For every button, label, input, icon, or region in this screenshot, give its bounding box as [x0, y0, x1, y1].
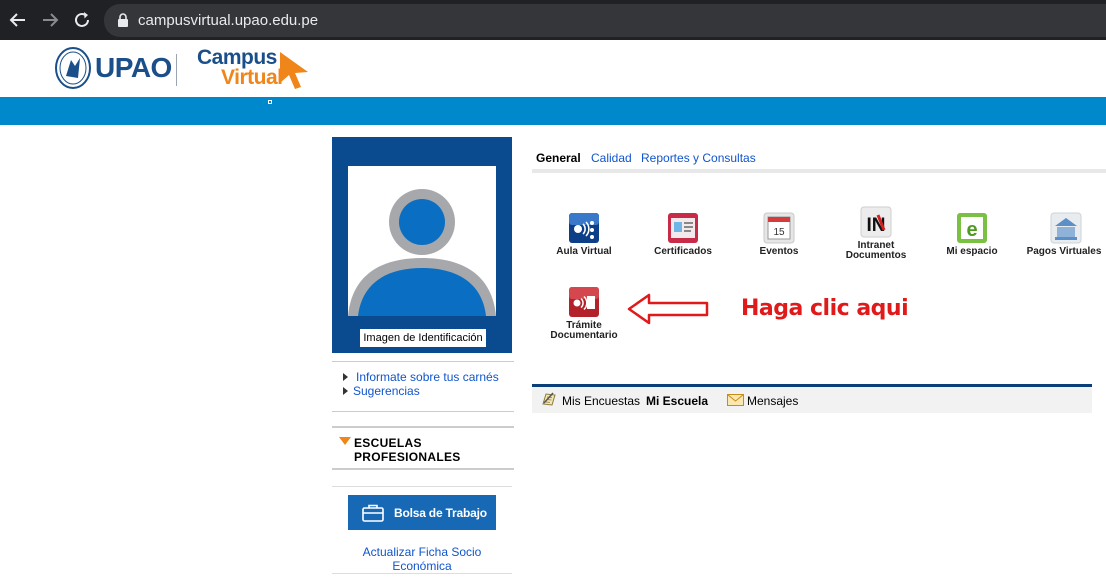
pagos-virtuales-label: Pagos Virtuales — [1026, 246, 1102, 257]
forward-arrow-icon[interactable] — [39, 9, 61, 31]
aula-virtual-icon — [568, 212, 600, 244]
bolsa-trabajo-button[interactable]: Bolsa de Trabajo — [348, 495, 496, 530]
site-header: UPAO Campus Virtual — [0, 40, 1106, 97]
svg-text:e: e — [966, 219, 977, 241]
survey-icon — [541, 391, 557, 407]
tabs-underline — [532, 169, 1106, 173]
eventos-label: Eventos — [759, 246, 799, 257]
envelope-icon — [727, 393, 744, 406]
mi-espacio-icon: e — [956, 212, 988, 244]
address-bar[interactable]: campusvirtual.upao.edu.pe — [104, 4, 1106, 37]
pagos-virtuales-icon — [1050, 212, 1082, 244]
escuelas-section[interactable]: ESCUELAS PROFESIONALES — [332, 426, 514, 470]
caret-down-icon — [339, 437, 351, 445]
aula-virtual-label: Aula Virtual — [556, 246, 612, 257]
certificados-label: Certificados — [654, 246, 712, 257]
divider — [332, 573, 512, 574]
intranet-documentos-label: Intranet Documentos — [845, 240, 907, 261]
profile-photo[interactable] — [348, 166, 496, 316]
back-arrow-icon[interactable] — [7, 9, 29, 31]
side-links-list: Informate sobre tus carnés Sugerencias — [332, 361, 514, 412]
url-text: campusvirtual.upao.edu.pe — [138, 12, 319, 29]
browser-toolbar: campusvirtual.upao.edu.pe — [0, 0, 1106, 40]
app-pagos-virtuales[interactable]: Pagos Virtuales — [1021, 210, 1106, 260]
tramite-icon — [568, 286, 600, 318]
app-eventos[interactable]: 15 Eventos — [734, 210, 824, 260]
profile-card: Imagen de Identificación — [332, 137, 512, 353]
tab-general[interactable]: General — [536, 151, 581, 165]
bottom-nav-bar: Mis Encuestas Mi Escuela Mensajes — [532, 387, 1092, 413]
briefcase-icon — [362, 503, 384, 522]
mi-escuela-link[interactable]: Mi Escuela — [646, 394, 708, 408]
app-intranet-documentos[interactable]: IN Intranet Documentos — [831, 204, 921, 264]
tab-reportes-consultas[interactable]: Reportes y Consultas — [641, 151, 756, 165]
mensajes-link[interactable]: Mensajes — [747, 394, 798, 408]
app-certificados[interactable]: Certificados — [638, 210, 728, 260]
header-band — [0, 97, 1106, 125]
tab-calidad[interactable]: Calidad — [591, 151, 632, 165]
app-tramite-documentario[interactable]: Trámite Documentario — [539, 284, 629, 344]
upao-seal-logo[interactable] — [54, 46, 92, 90]
mi-espacio-label: Mi espacio — [946, 246, 998, 257]
reload-icon[interactable] — [71, 9, 93, 31]
divider — [332, 486, 512, 487]
ficha-socio-link[interactable]: Actualizar Ficha Socio Económica — [332, 545, 512, 573]
upao-wordmark[interactable]: UPAO — [95, 52, 172, 84]
band-marker — [268, 100, 272, 104]
tramite-documentario-label: Trámite Documentario — [550, 320, 618, 341]
sugerencias-link[interactable]: Sugerencias — [353, 384, 420, 398]
carnes-link[interactable]: Informate sobre tus carnés — [356, 370, 499, 384]
certificados-icon — [667, 212, 699, 244]
annotation-text: Haga clic aqui — [741, 296, 909, 321]
id-image-label: Imagen de Identificación — [360, 329, 486, 347]
caret-right-icon — [343, 387, 348, 395]
intranet-icon: IN — [860, 206, 892, 238]
svg-text:15: 15 — [773, 227, 785, 238]
calendar-icon: 15 — [763, 212, 795, 244]
escuelas-title: ESCUELAS PROFESIONALES — [354, 436, 461, 464]
bolsa-trabajo-label: Bolsa de Trabajo — [394, 506, 487, 520]
mis-encuestas-link[interactable]: Mis Encuestas — [562, 394, 640, 408]
logo-divider — [176, 54, 177, 86]
left-arrow-annotation-icon — [627, 292, 709, 326]
caret-right-icon — [343, 373, 348, 381]
app-mi-espacio[interactable]: e Mi espacio — [927, 210, 1017, 260]
cursor-logo-icon — [278, 50, 310, 90]
avatar-icon — [348, 166, 496, 316]
virtual-wordmark[interactable]: Virtual — [221, 66, 283, 90]
lock-icon — [116, 13, 130, 28]
app-aula-virtual[interactable]: Aula Virtual — [539, 210, 629, 260]
